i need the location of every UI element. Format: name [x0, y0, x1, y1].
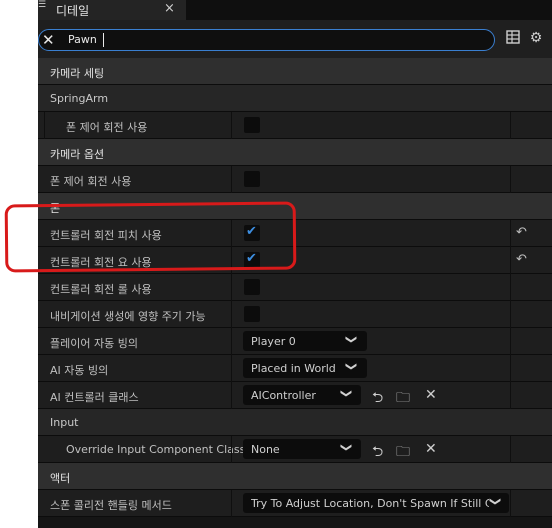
subsection-springarm[interactable]: SpringArm — [38, 85, 552, 112]
prop-label: 내비게이션 생성에 영향 주기 가능 — [50, 310, 206, 323]
prop-label: Override Input Component Class — [66, 443, 246, 456]
chevron-down-icon: ❯ — [345, 334, 359, 345]
clear-icon[interactable]: ✕ — [425, 387, 437, 403]
browse-folder-icon[interactable]: 🗀 — [396, 387, 410, 411]
browse-folder-icon[interactable]: 🗀 — [396, 441, 410, 465]
tab-details[interactable]: ☰ 디테일 × — [38, 0, 186, 20]
search-input[interactable] — [68, 32, 468, 47]
prop-label: 컨트롤러 회전 요 사용 — [50, 256, 152, 269]
tab-bar: ☰ 디테일 × — [38, 0, 552, 20]
dropdown-value: Player 0 — [251, 335, 296, 348]
grid-view-icon[interactable] — [505, 30, 521, 46]
checkbox-controller-pitch[interactable]: ✔ — [244, 224, 260, 241]
search-box[interactable]: ✕ — [38, 29, 495, 51]
reset-to-default-icon[interactable]: ↶ — [516, 252, 527, 267]
prop-row-auto-possess-ai: AI 자동 빙의 Placed in World ❯ — [38, 355, 552, 382]
clear-search-icon[interactable]: ✕ — [42, 31, 55, 49]
reset-to-default-icon[interactable]: ↶ — [516, 225, 527, 240]
prop-label: 폰 제어 회전 사용 — [66, 121, 148, 134]
dropdown-value: AIController — [251, 389, 316, 402]
prop-label: 폰 제어 회전 사용 — [50, 175, 132, 188]
clear-icon[interactable]: ✕ — [425, 441, 437, 457]
prop-row-pawn-control-rotation-2: 폰 제어 회전 사용 — [38, 166, 552, 193]
dropdown-auto-possess-player[interactable]: Player 0 ❯ — [243, 331, 367, 351]
prop-row-spawn-collision: 스폰 콜리전 핸들링 메서드 Try To Adjust Location, D… — [38, 490, 552, 517]
prop-row-controller-pitch: 컨트롤러 회전 피치 사용 ✔ ↶ — [38, 220, 552, 247]
checkbox-controller-roll[interactable] — [244, 279, 260, 295]
dropdown-auto-possess-ai[interactable]: Placed in World ❯ — [243, 358, 367, 378]
checkbox-pawn-control-rotation[interactable] — [244, 117, 260, 133]
chevron-down-icon: ❯ — [489, 496, 503, 507]
details-icon: ☰ — [38, 0, 47, 10]
tab-title: 디테일 — [56, 4, 90, 18]
checkbox-controller-yaw[interactable]: ✔ — [244, 251, 260, 268]
dropdown-value: Try To Adjust Location, Don't Spawn If S… — [251, 497, 489, 510]
subsection-label: SpringArm — [50, 92, 109, 105]
section-label: 카메라 옵션 — [50, 148, 105, 161]
dropdown-override-input[interactable]: None ❯ — [243, 439, 361, 459]
checkbox-nav-generation[interactable] — [244, 306, 260, 322]
chevron-down-icon: ❯ — [340, 388, 354, 399]
section-camera-setting[interactable]: 카메라 세팅 — [38, 58, 552, 85]
section-pawn[interactable]: 폰 — [38, 193, 552, 220]
chevron-down-icon: ❯ — [345, 361, 359, 372]
prop-row-override-input: Override Input Component Class None ❯ ⮌ … — [38, 436, 552, 463]
prop-row-controller-roll: 컨트롤러 회전 롤 사용 — [38, 274, 552, 301]
checkbox-pawn-control-rotation-2[interactable] — [244, 171, 260, 187]
prop-row-auto-possess-player: 플레이어 자동 빙의 Player 0 ❯ — [38, 328, 552, 355]
section-label: 액터 — [50, 472, 71, 485]
section-label: Input — [50, 416, 79, 429]
dropdown-spawn-collision[interactable]: Try To Adjust Location, Don't Spawn If S… — [243, 493, 509, 513]
dropdown-ai-controller-class[interactable]: AIController ❯ — [243, 385, 361, 405]
search-row: ✕ — [38, 20, 552, 61]
settings-gear-icon[interactable]: ⚙ — [528, 30, 544, 46]
prop-label: AI 컨트롤러 클래스 — [50, 391, 139, 404]
details-panel: ☰ 디테일 × ✕ ⚙ 카메라 세팅 SpringArm 폰 제어 회전 사용 … — [38, 0, 552, 528]
prop-label: 컨트롤러 회전 피치 사용 — [50, 229, 162, 242]
chevron-down-icon: ❯ — [340, 442, 354, 453]
prop-label: 플레이어 자동 빙의 — [50, 337, 138, 350]
prop-label: 스폰 콜리전 핸들링 메서드 — [50, 499, 172, 512]
dropdown-value: None — [251, 443, 280, 456]
dropdown-value: Placed in World — [251, 362, 336, 375]
section-label: 카메라 세팅 — [50, 67, 105, 80]
prop-row-controller-yaw: 컨트롤러 회전 요 사용 ✔ ↶ — [38, 247, 552, 274]
text-cursor — [103, 33, 104, 47]
prop-row-ai-controller-class: AI 컨트롤러 클래스 AIController ❯ ⮌ 🗀 ✕ — [38, 382, 552, 409]
use-selected-icon[interactable]: ⮌ — [372, 387, 383, 411]
section-input[interactable]: Input — [38, 409, 552, 436]
prop-label: 컨트롤러 회전 롤 사용 — [50, 283, 152, 296]
prop-label: AI 자동 빙의 — [50, 364, 109, 377]
prop-row-pawn-control-rotation: 폰 제어 회전 사용 — [38, 112, 552, 139]
use-selected-icon[interactable]: ⮌ — [372, 441, 383, 465]
checkmark-icon: ✔ — [246, 224, 257, 239]
section-camera-option[interactable]: 카메라 옵션 — [38, 139, 552, 166]
prop-row-nav-generation: 내비게이션 생성에 영향 주기 가능 — [38, 301, 552, 328]
close-tab-icon[interactable]: × — [164, 1, 175, 16]
section-label: 폰 — [50, 202, 61, 215]
section-actor[interactable]: 액터 — [38, 463, 552, 490]
checkmark-icon: ✔ — [246, 251, 257, 266]
